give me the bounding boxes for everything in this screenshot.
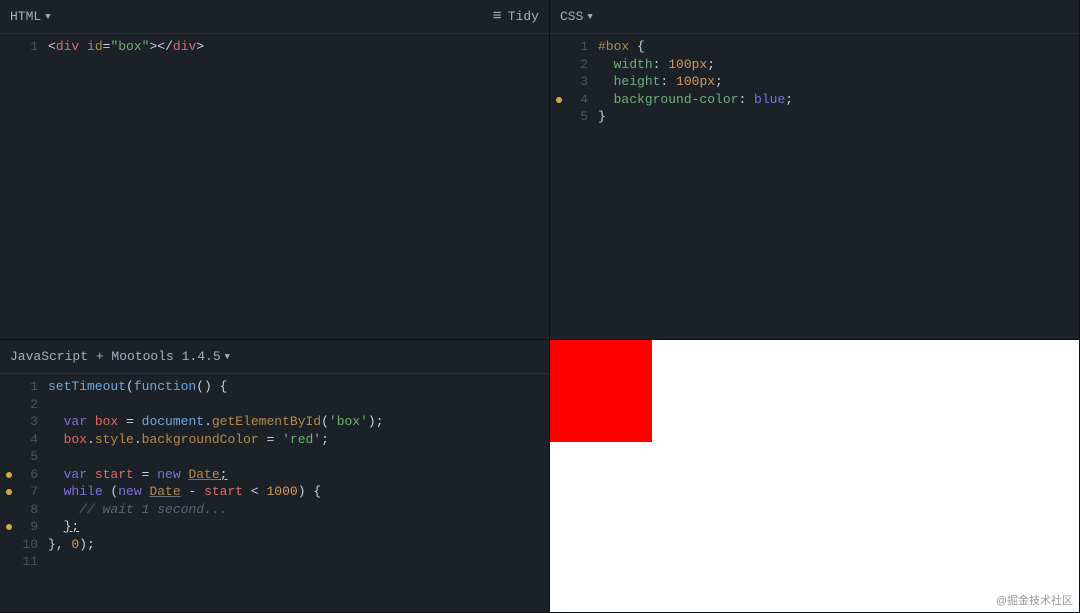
css-pane-title[interactable]: CSS ▼ (560, 9, 593, 24)
js-pane-header: JavaScript + Mootools 1.4.5 ▼ (0, 340, 549, 374)
line-number: 5 (30, 449, 38, 464)
watermark: @掘金技术社区 (996, 592, 1073, 608)
js-gutter: 1 2 3 4 5 6 7 8 9 10 11 (0, 378, 48, 612)
line-number: 4 (30, 432, 38, 447)
css-gutter: 1 2 3 4 5 (550, 38, 598, 339)
preview-pane: @掘金技术社区 (550, 340, 1080, 613)
line-number: 3 (580, 74, 588, 89)
tidy-button[interactable]: Tidy (493, 8, 539, 25)
line-number: 2 (30, 397, 38, 412)
chevron-down-icon: ▼ (587, 12, 592, 22)
preview-box (550, 340, 652, 442)
line-number: 3 (30, 414, 38, 429)
line-number: 7 (30, 484, 38, 499)
js-title-label: JavaScript + Mootools 1.4.5 (10, 349, 221, 364)
warning-dot-icon (6, 489, 12, 495)
line-number: 1 (30, 39, 38, 54)
warning-dot-icon (6, 524, 12, 530)
line-number: 8 (30, 502, 38, 517)
html-title-label: HTML (10, 9, 41, 24)
line-number: 1 (30, 379, 38, 394)
html-editor[interactable]: 1 <div id="box"></div> (0, 34, 549, 339)
tidy-icon (493, 8, 502, 25)
js-code: setTimeout(function() { var box = docume… (48, 378, 549, 612)
line-number: 9 (30, 519, 38, 534)
chevron-down-icon: ▼ (45, 12, 50, 22)
css-title-label: CSS (560, 9, 583, 24)
line-number: 6 (30, 467, 38, 482)
line-number: 5 (580, 109, 588, 124)
line-number: 11 (22, 554, 38, 569)
html-pane-header: HTML ▼ Tidy (0, 0, 549, 34)
html-pane: HTML ▼ Tidy 1 <div id="box"></div> (0, 0, 550, 340)
js-editor[interactable]: 1 2 3 4 5 6 7 8 9 10 11 setTimeout(funct… (0, 374, 549, 612)
html-gutter: 1 (0, 38, 48, 339)
html-pane-title[interactable]: HTML ▼ (10, 9, 51, 24)
css-editor[interactable]: 1 2 3 4 5 #box { width: 100px; height: 1… (550, 34, 1079, 339)
css-pane-header: CSS ▼ (550, 0, 1079, 34)
line-number: 2 (580, 57, 588, 72)
html-code: <div id="box"></div> (48, 38, 549, 339)
chevron-down-icon: ▼ (225, 352, 230, 362)
js-pane: JavaScript + Mootools 1.4.5 ▼ 1 2 3 4 5 … (0, 340, 550, 613)
css-pane: CSS ▼ 1 2 3 4 5 #box { width: 100px; hei… (550, 0, 1080, 340)
line-number: 4 (580, 92, 588, 107)
line-number: 1 (580, 39, 588, 54)
css-code: #box { width: 100px; height: 100px; back… (598, 38, 1079, 339)
tidy-label: Tidy (508, 9, 539, 24)
warning-dot-icon (6, 472, 12, 478)
warning-dot-icon (556, 97, 562, 103)
js-pane-title[interactable]: JavaScript + Mootools 1.4.5 ▼ (10, 349, 230, 364)
line-number: 10 (22, 537, 38, 552)
